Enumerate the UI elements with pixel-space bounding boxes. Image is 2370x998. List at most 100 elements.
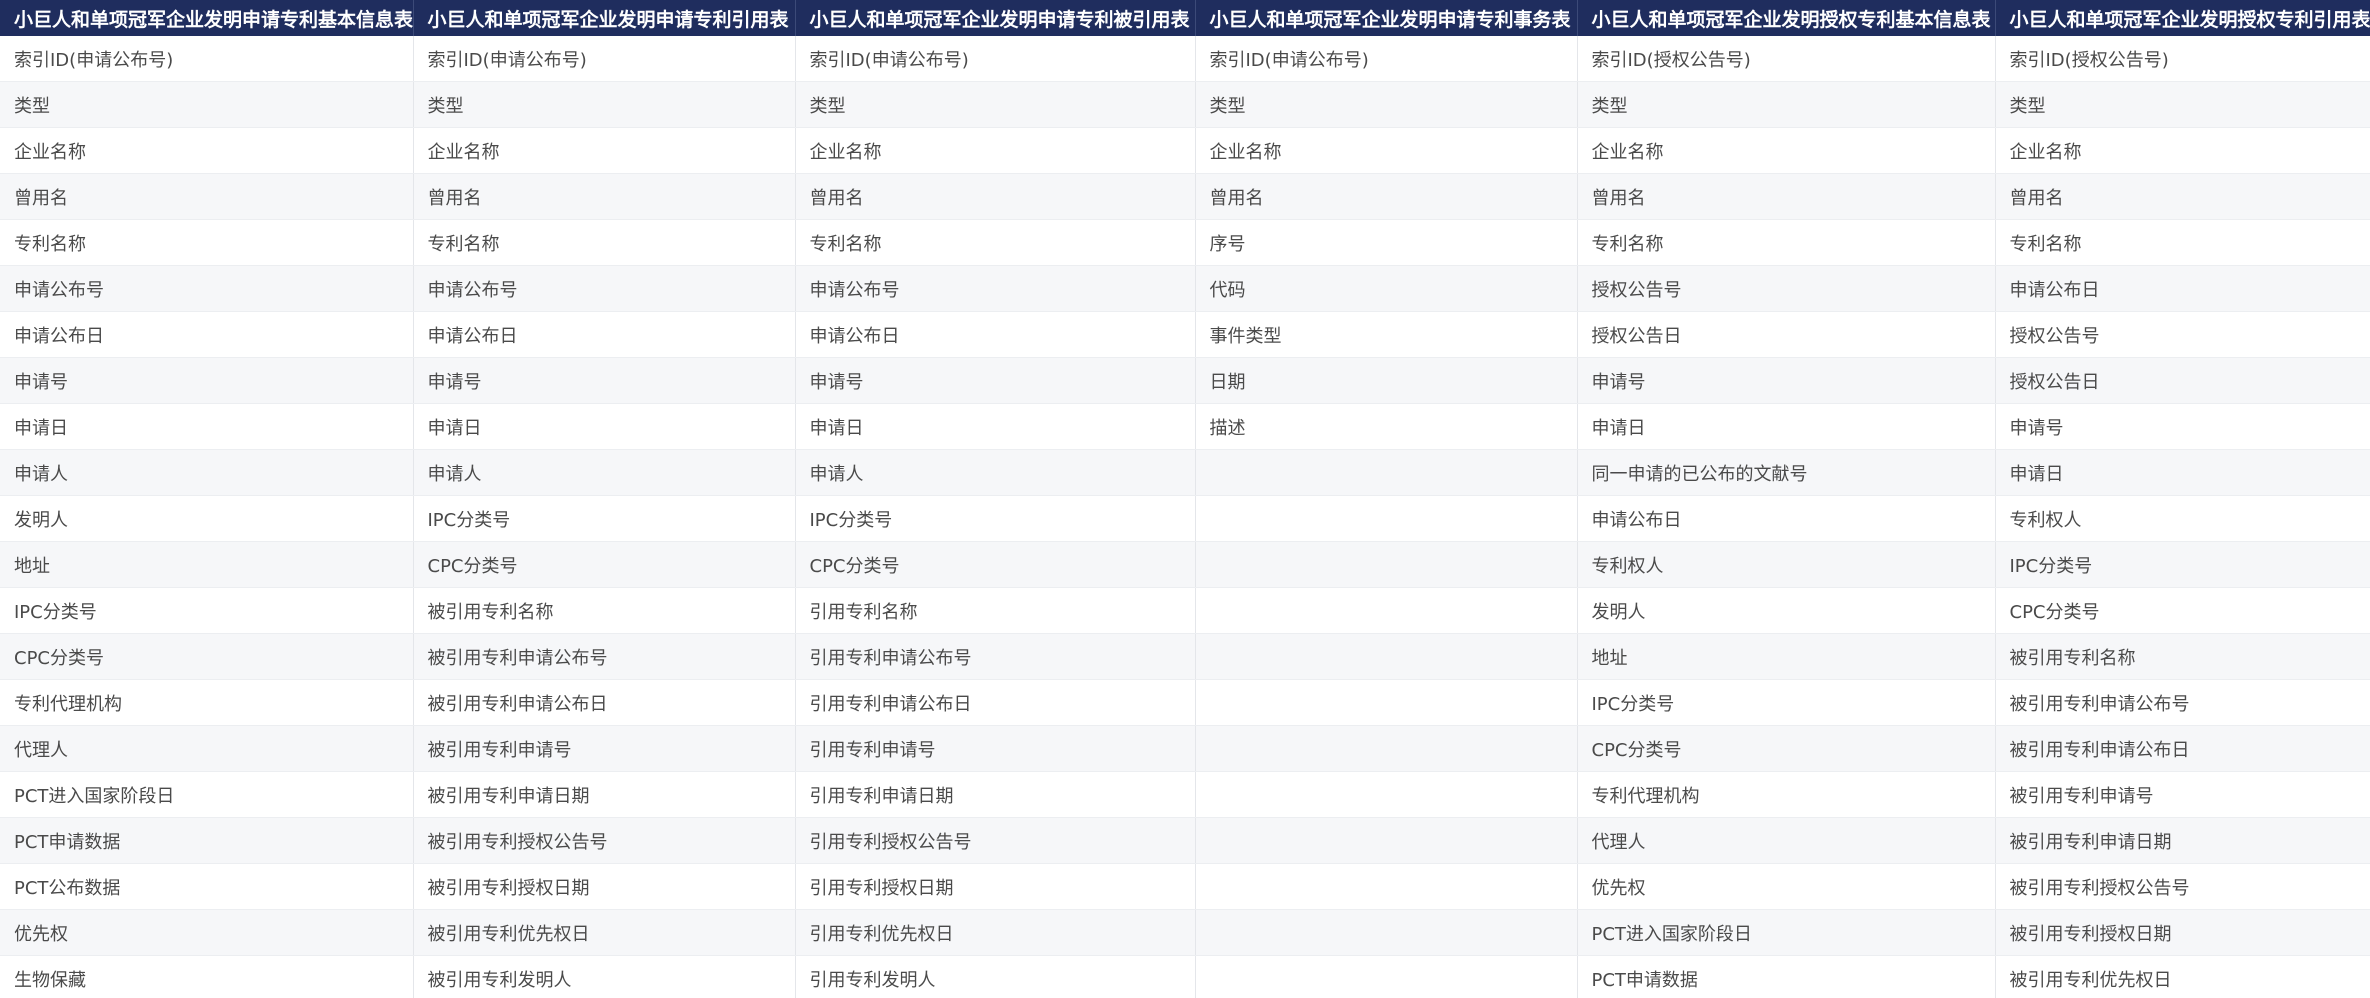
table-cell: 专利名称 xyxy=(1577,219,1996,266)
table-cell: 类型 xyxy=(0,81,414,128)
table-cell: 被引用专利申请公布日 xyxy=(1995,725,2370,772)
table-cell: 引用专利授权日期 xyxy=(795,863,1196,910)
table-cell: 被引用专利名称 xyxy=(1995,633,2370,680)
table-cell: 地址 xyxy=(0,541,414,588)
table-cell: 申请号 xyxy=(795,357,1196,404)
table-row: CPC分类号 被引用专利申请公布号 引用专利申请公布号 地址 被引用专利名称 xyxy=(0,633,2370,680)
table-cell xyxy=(1195,725,1578,772)
table-cell: PCT申请数据 xyxy=(1577,955,1996,998)
table-cell: 申请日 xyxy=(1995,449,2370,496)
table-cell: 地址 xyxy=(1577,633,1996,680)
table-cell: 曾用名 xyxy=(795,173,1196,220)
table-cell: 申请公布号 xyxy=(0,265,414,312)
table-cell: 发明人 xyxy=(0,495,414,542)
table-cell: 授权公告日 xyxy=(1995,357,2370,404)
header-row: 小巨人和单项冠军企业发明申请专利基本信息表 小巨人和单项冠军企业发明申请专利引用… xyxy=(0,0,2370,36)
table-row: IPC分类号 被引用专利名称 引用专利名称 发明人 CPC分类号 xyxy=(0,587,2370,634)
table-cell: 申请公布日 xyxy=(795,311,1196,358)
table-cell: 类型 xyxy=(1995,81,2370,128)
table-cell: 申请公布日 xyxy=(0,311,414,358)
table-row: 地址 CPC分类号 CPC分类号 专利权人 IPC分类号 xyxy=(0,541,2370,588)
table-cell: 申请人 xyxy=(0,449,414,496)
table-cell: 申请公布日 xyxy=(413,311,796,358)
table-cell: PCT申请数据 xyxy=(0,817,414,864)
table-cell: IPC分类号 xyxy=(0,587,414,634)
table-cell: 专利名称 xyxy=(1995,219,2370,266)
table-cell: 同一申请的已公布的文献号 xyxy=(1577,449,1996,496)
table-cell: 被引用专利申请号 xyxy=(413,725,796,772)
table-cell: CPC分类号 xyxy=(795,541,1196,588)
table-row: 类型 类型 类型 类型 类型 类型 xyxy=(0,81,2370,128)
table-cell: 被引用专利申请公布号 xyxy=(413,633,796,680)
table-cell: 曾用名 xyxy=(1195,173,1578,220)
table-cell: 索引ID(申请公布号) xyxy=(795,36,1196,82)
table-row: 申请人 申请人 申请人 同一申请的已公布的文献号 申请日 xyxy=(0,449,2370,496)
table-cell: 企业名称 xyxy=(0,127,414,174)
table-cell: 被引用专利申请日期 xyxy=(413,771,796,818)
table-cell: 企业名称 xyxy=(1195,127,1578,174)
table-cell: 申请日 xyxy=(413,403,796,450)
table-cell: 专利代理机构 xyxy=(0,679,414,726)
table-cell: 申请公布号 xyxy=(795,265,1196,312)
table-cell: 被引用专利授权公告号 xyxy=(1995,863,2370,910)
table-cell: 被引用专利授权日期 xyxy=(413,863,796,910)
table-cell: 引用专利名称 xyxy=(795,587,1196,634)
table-cell: 企业名称 xyxy=(795,127,1196,174)
table-cell: 索引ID(申请公布号) xyxy=(413,36,796,82)
table-cell: CPC分类号 xyxy=(0,633,414,680)
table-cell: 专利权人 xyxy=(1577,541,1996,588)
table-cell: 申请日 xyxy=(795,403,1196,450)
table-cell: 被引用专利申请公布号 xyxy=(1995,679,2370,726)
table-cell: 引用专利申请公布号 xyxy=(795,633,1196,680)
table-cell xyxy=(1195,863,1578,910)
table-cell: 优先权 xyxy=(0,909,414,956)
table-cell: 代理人 xyxy=(1577,817,1996,864)
table-cell: IPC分类号 xyxy=(1577,679,1996,726)
table-row: 申请公布日 申请公布日 申请公布日 事件类型 授权公告日 授权公告号 xyxy=(0,311,2370,358)
table-cell: 日期 xyxy=(1195,357,1578,404)
table-cell xyxy=(1195,817,1578,864)
table-cell: 申请人 xyxy=(795,449,1196,496)
table-cell: 索引ID(授权公告号) xyxy=(1577,36,1996,82)
table-cell: IPC分类号 xyxy=(795,495,1196,542)
table-cell: 被引用专利申请号 xyxy=(1995,771,2370,818)
table-cell: 被引用专利名称 xyxy=(413,587,796,634)
table-cell: 曾用名 xyxy=(1995,173,2370,220)
table-cell xyxy=(1195,587,1578,634)
table-cell: 授权公告日 xyxy=(1577,311,1996,358)
table-cell xyxy=(1195,679,1578,726)
table-cell: CPC分类号 xyxy=(1577,725,1996,772)
table-cell: 企业名称 xyxy=(413,127,796,174)
table-cell: 描述 xyxy=(1195,403,1578,450)
table-cell: 专利名称 xyxy=(0,219,414,266)
table-row: PCT公布数据 被引用专利授权日期 引用专利授权日期 优先权 被引用专利授权公告号 xyxy=(0,863,2370,910)
table-cell: 申请公布号 xyxy=(413,265,796,312)
column-header-application-citation: 小巨人和单项冠军企业发明申请专利引用表 xyxy=(413,0,796,36)
table-cell: 申请号 xyxy=(413,357,796,404)
table-cell xyxy=(1195,633,1578,680)
table-cell: 类型 xyxy=(413,81,796,128)
table-row: 申请公布号 申请公布号 申请公布号 代码 授权公告号 申请公布日 xyxy=(0,265,2370,312)
table-cell xyxy=(1195,909,1578,956)
table-cell: 优先权 xyxy=(1577,863,1996,910)
table-cell: 申请号 xyxy=(1577,357,1996,404)
table-cell xyxy=(1195,495,1578,542)
table-cell: 索引ID(授权公告号) xyxy=(1995,36,2370,82)
table-row: 索引ID(申请公布号) 索引ID(申请公布号) 索引ID(申请公布号) 索引ID(申请… xyxy=(0,36,2370,82)
column-header-application-affairs: 小巨人和单项冠军企业发明申请专利事务表 xyxy=(1195,0,1578,36)
table-cell: 生物保藏 xyxy=(0,955,414,998)
table-cell xyxy=(1195,955,1578,998)
column-header-grant-citation: 小巨人和单项冠军企业发明授权专利引用表 xyxy=(1995,0,2370,36)
table-cell: 申请人 xyxy=(413,449,796,496)
table-cell: 被引用专利优先权日 xyxy=(413,909,796,956)
table-row: 申请号 申请号 申请号 日期 申请号 授权公告日 xyxy=(0,357,2370,404)
table-row: 专利名称 专利名称 专利名称 序号 专利名称 专利名称 xyxy=(0,219,2370,266)
table-cell: 专利代理机构 xyxy=(1577,771,1996,818)
table-cell: 引用专利申请公布日 xyxy=(795,679,1196,726)
table-cell xyxy=(1195,449,1578,496)
table-row: 专利代理机构 被引用专利申请公布日 引用专利申请公布日 IPC分类号 被引用专利申请公布… xyxy=(0,679,2370,726)
table-cell: 专利权人 xyxy=(1995,495,2370,542)
table-cell: 被引用专利申请公布日 xyxy=(413,679,796,726)
table-cell: 授权公告号 xyxy=(1577,265,1996,312)
table-cell: 引用专利申请日期 xyxy=(795,771,1196,818)
